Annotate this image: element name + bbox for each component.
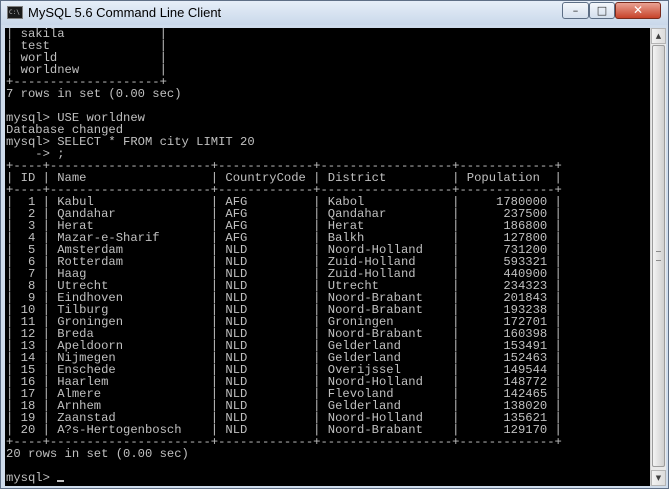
console-output: | sakila | | test | | world | | worldnew | +… [6, 28, 562, 484]
close-button[interactable]: ✕ [615, 2, 661, 19]
text-cursor [57, 480, 65, 482]
window-title: MySQL 5.6 Command Line Client [28, 5, 222, 20]
console-line: mysql> [6, 472, 562, 484]
minimize-button[interactable]: – [562, 2, 589, 19]
console-icon: C:\ [7, 6, 23, 19]
console-line: 7 rows in set (0.00 sec) [6, 87, 182, 101]
vertical-scrollbar[interactable]: ▲ ▼ [650, 28, 666, 486]
mysql-client-window: C:\ MySQL 5.6 Command Line Client – □ ✕ … [0, 0, 669, 489]
scroll-up-arrow-icon[interactable]: ▲ [651, 28, 666, 44]
console-line: mysql> SELECT * FROM city LIMIT 20 [6, 135, 255, 149]
console-line: 20 rows in set (0.00 sec) [6, 447, 189, 461]
maximize-button[interactable]: □ [589, 2, 615, 19]
scrollbar-grip [656, 251, 661, 261]
console-area[interactable]: | sakila | | test | | world | | worldnew | +… [5, 28, 650, 486]
scroll-down-arrow-icon[interactable]: ▼ [651, 470, 666, 486]
scrollbar-thumb[interactable] [652, 45, 665, 467]
title-bar[interactable]: C:\ MySQL 5.6 Command Line Client – □ ✕ [1, 1, 668, 25]
